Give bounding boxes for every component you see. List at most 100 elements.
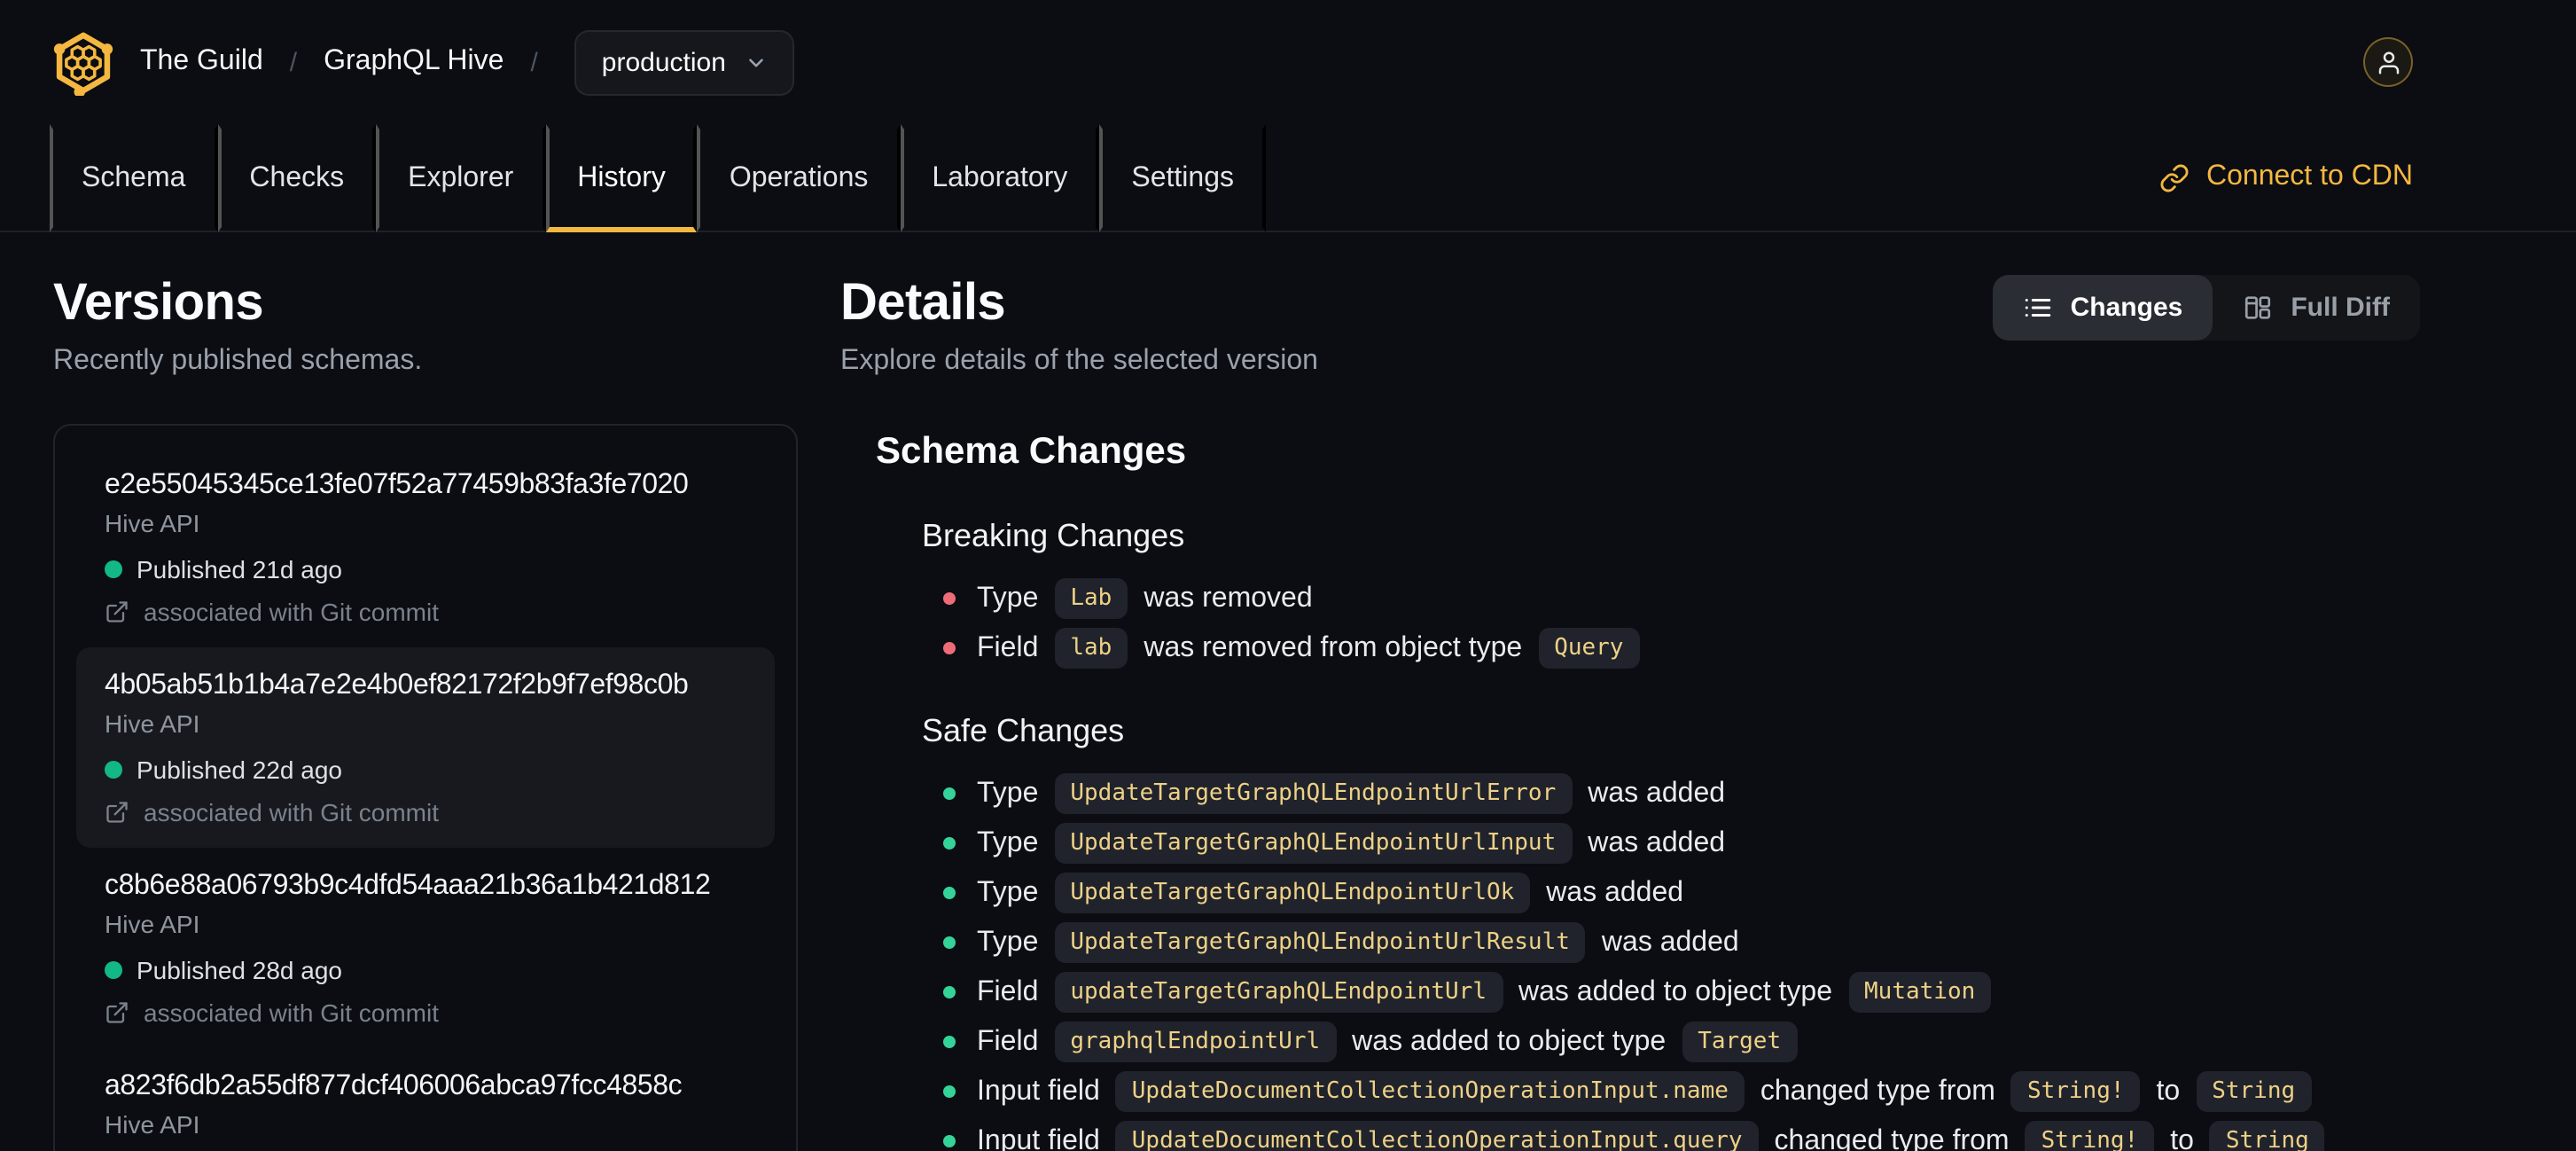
version-service: Hive API [105,910,200,938]
details-subtitle: Explore details of the selected version [840,346,1318,376]
schema-changes-title: Schema Changes [876,431,1187,472]
versions-title: Versions [53,275,264,332]
external-link-icon [106,1002,128,1023]
change-text: changed type from [1774,1125,2010,1151]
version-status-row: Published 22d ago [105,756,746,784]
version-hash: c8b6e88a06793b9c4dfd54aaa21b36a1b421d812 [105,871,711,901]
app: The Guild / GraphQL Hive / production Sc… [0,0,2576,1151]
version-hash: e2e55045345ce13fe07f52a77459b83fa3fe7020 [105,470,689,500]
breaking-bullet-icon [943,592,956,605]
breadcrumb-separator: / [530,47,538,77]
tab-settings[interactable]: Settings [1099,124,1266,232]
change-item: Type UpdateTargetGraphQLEndpointUrlResult… [943,922,2420,963]
code-chip: Lab [1054,578,1128,619]
change-text: was added to object type [1518,976,1833,1006]
connect-to-cdn-button[interactable]: Connect to CDN [2158,124,2413,231]
external-link-icon [106,601,128,622]
safe-bullet-icon [943,1036,956,1048]
nav-tabs-row: Schema Checks Explorer History Operation… [0,124,2576,232]
tab-checks[interactable]: Checks [217,124,377,232]
tab-laboratory[interactable]: Laboratory [900,124,1100,232]
change-text: Input field [977,1076,1100,1106]
change-text: was added [1588,778,1726,808]
versions-panel: Versions Recently published schemas. e2e… [53,275,798,1151]
code-chip: String [2196,1071,2312,1112]
change-text: Type [977,778,1039,808]
code-chip: graphqlEndpointUrl [1054,1022,1337,1062]
version-list-item[interactable]: 4b05ab51b1b4a7e2e4b0ef82172f2b9f7ef98c0b… [76,647,775,848]
details-titles: Details Explore details of the selected … [840,275,1318,378]
target-selector[interactable]: production [574,29,795,95]
change-text: was removed from object type [1144,632,1523,662]
version-service: Hive API [105,509,200,537]
published-dot-icon [105,761,122,779]
code-chip: String [2209,1121,2325,1151]
version-git-row[interactable]: associated with Git commit [105,998,746,1027]
change-text: Type [977,583,1039,613]
change-text: was added [1601,927,1739,957]
change-item: Type UpdateTargetGraphQLEndpointUrlInput w… [943,823,2420,864]
version-git-association: associated with Git commit [144,798,439,826]
version-list-item[interactable]: c8b6e88a06793b9c4dfd54aaa21b36a1b421d812… [76,848,775,1048]
version-hash: a823f6db2a55df877dcf406006abca97fcc4858c [105,1071,683,1101]
version-git-row[interactable]: associated with Git commit [105,598,746,626]
version-status-row: Published 28d ago [105,956,746,984]
code-chip: String! [2025,1121,2155,1151]
code-chip: UpdateDocumentCollectionOperationInput.n… [1115,1071,1745,1112]
breaking-bullet-icon [943,642,956,654]
version-git-association: associated with Git commit [144,998,439,1027]
version-list-item[interactable]: e2e55045345ce13fe07f52a77459b83fa3fe7020… [76,447,775,647]
full-diff-view-button[interactable]: Full Diff [2213,275,2420,341]
safe-bullet-icon [943,887,956,899]
change-item: Field lab was removed from object type Quer… [943,628,2420,669]
tab-label: Checks [249,162,345,192]
tab-label: Explorer [408,162,514,192]
version-published: Published 21d ago [137,555,342,583]
code-chip: UpdateTargetGraphQLEndpointUrlResult [1054,922,1586,963]
external-link-icon [106,802,128,823]
link-icon [2159,163,2188,192]
details-panel: Details Explore details of the selected … [840,275,2420,1151]
breadcrumb-project[interactable]: GraphQL Hive [324,46,503,78]
breaking-changes-list: Type Lab was removed Field lab was removed fr… [943,578,2420,669]
published-dot-icon [105,961,122,979]
safe-bullet-icon [943,936,956,949]
change-text: Type [977,927,1039,957]
change-text: was added to object type [1352,1026,1667,1056]
versions-list: e2e55045345ce13fe07f52a77459b83fa3fe7020… [53,424,798,1151]
nav-tabs: Schema Checks Explorer History Operation… [50,124,1266,232]
safe-bullet-icon [943,837,956,850]
safe-bullet-icon [943,787,956,800]
tab-operations[interactable]: Operations [697,124,901,232]
change-item: Type Lab was removed [943,578,2420,619]
safe-changes-title: Safe Changes [922,713,1125,748]
change-text: was added [1588,827,1726,857]
tab-history[interactable]: History [545,124,698,232]
safe-changes-list: Type UpdateTargetGraphQLEndpointUrlError w… [943,773,2420,1151]
change-item: Field updateTargetGraphQLEndpointUrl was a… [943,972,2420,1013]
safe-bullet-icon [943,1135,956,1147]
tab-schema[interactable]: Schema [50,124,218,232]
user-icon [2377,51,2399,74]
change-text: was added [1546,877,1684,907]
full-diff-view-label: Full Diff [2291,293,2390,323]
tab-explorer[interactable]: Explorer [376,124,546,232]
change-text: Type [977,827,1039,857]
diff-columns-icon [2245,296,2271,319]
version-git-row[interactable]: associated with Git commit [105,798,746,826]
top-bar: The Guild / GraphQL Hive / production [0,0,2576,124]
tab-label: Schema [82,162,186,192]
code-chip: UpdateTargetGraphQLEndpointUrlInput [1054,823,1573,864]
change-text: to [2156,1076,2181,1106]
tab-label: Laboratory [932,162,1068,192]
code-chip: Mutation [1848,972,1992,1013]
breadcrumb-org[interactable]: The Guild [140,46,263,78]
change-item: Input field UpdateDocumentCollectionOpera… [943,1071,2420,1112]
change-text: Type [977,877,1039,907]
version-git-association: associated with Git commit [144,598,439,626]
version-list-item[interactable]: a823f6db2a55df877dcf406006abca97fcc4858c… [76,1048,775,1151]
user-menu-avatar[interactable] [2363,37,2413,87]
changes-view-button[interactable]: Changes [1992,275,2213,341]
change-text: Input field [977,1125,1100,1151]
code-chip: lab [1054,628,1128,669]
